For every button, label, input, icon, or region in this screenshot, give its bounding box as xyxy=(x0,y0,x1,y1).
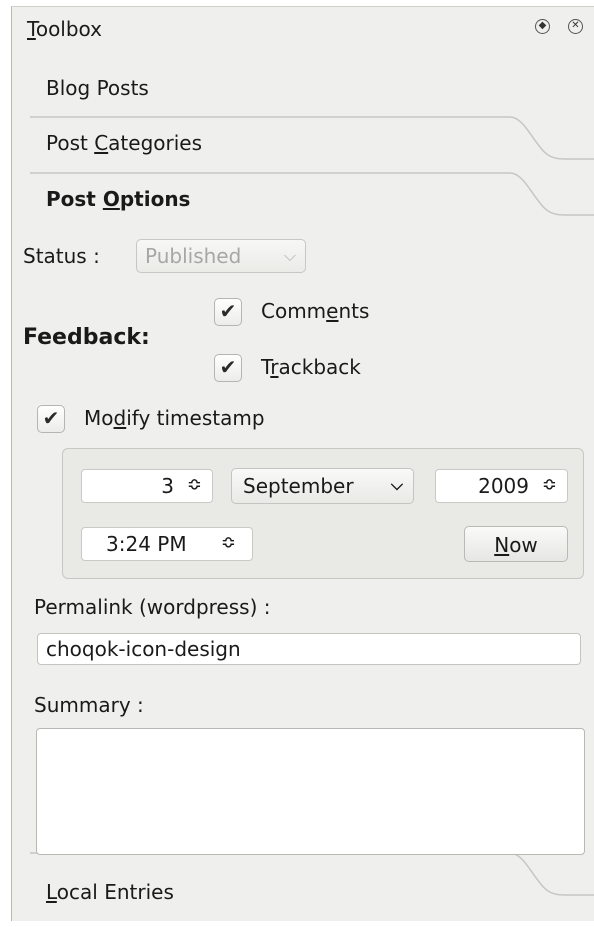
permalink-label: Permalink (wordpress) : xyxy=(34,595,271,619)
chevron-down-icon: ⌵ xyxy=(390,475,403,494)
status-select[interactable]: Published ⌵ xyxy=(136,239,306,273)
toolbox-panel: Toolbox ◆ ✕ Blog Posts Post Categories P… xyxy=(11,6,594,921)
modify-timestamp-checkbox[interactable]: ✔ xyxy=(37,405,65,433)
status-label: Status : xyxy=(23,244,100,268)
summary-textarea[interactable] xyxy=(36,728,585,855)
feedback-label: Feedback: xyxy=(23,325,150,350)
check-icon: ✔ xyxy=(42,406,60,430)
summary-label: Summary : xyxy=(34,693,144,717)
time-value: 3:24 PM xyxy=(106,532,187,556)
spin-arrows-icon[interactable]: ≎ xyxy=(542,474,557,495)
chevron-down-icon: ⌵ xyxy=(283,246,296,265)
float-icon[interactable]: ◆ xyxy=(535,19,550,34)
month-select[interactable]: September ⌵ xyxy=(231,468,414,504)
month-value: September xyxy=(243,474,354,498)
year-value: 2009 xyxy=(478,474,529,498)
section-post-options[interactable]: Post Options xyxy=(46,187,190,211)
year-spinbox[interactable]: 2009 ≎ xyxy=(435,469,568,503)
trackback-checkbox[interactable]: ✔ xyxy=(214,354,242,382)
toolbox-title: Toolbox xyxy=(27,17,103,41)
day-value: 3 xyxy=(161,474,174,498)
section-local-entries[interactable]: Local Entries xyxy=(46,880,174,904)
comments-label: Comments xyxy=(261,299,370,323)
modify-timestamp-label: Modify timestamp xyxy=(84,406,265,430)
spin-arrows-icon[interactable]: ≎ xyxy=(187,474,202,495)
time-spinbox[interactable]: 3:24 PM ≎ xyxy=(81,527,253,561)
spin-arrows-icon[interactable]: ≎ xyxy=(221,532,236,553)
trackback-label: Trackback xyxy=(261,355,361,379)
status-value: Published xyxy=(145,244,242,268)
close-icon[interactable]: ✕ xyxy=(568,19,583,34)
permalink-input[interactable]: choqok-icon-design xyxy=(37,633,581,665)
timestamp-group: 3 ≎ September ⌵ 2009 ≎ 3:24 PM ≎ Now xyxy=(62,448,584,579)
comments-checkbox[interactable]: ✔ xyxy=(214,298,242,326)
section-post-categories[interactable]: Post Categories xyxy=(46,131,202,155)
check-icon: ✔ xyxy=(219,299,237,323)
check-icon: ✔ xyxy=(219,355,237,379)
now-button[interactable]: Now xyxy=(464,526,568,562)
day-spinbox[interactable]: 3 ≎ xyxy=(81,469,213,503)
section-blog-posts[interactable]: Blog Posts xyxy=(46,76,149,100)
